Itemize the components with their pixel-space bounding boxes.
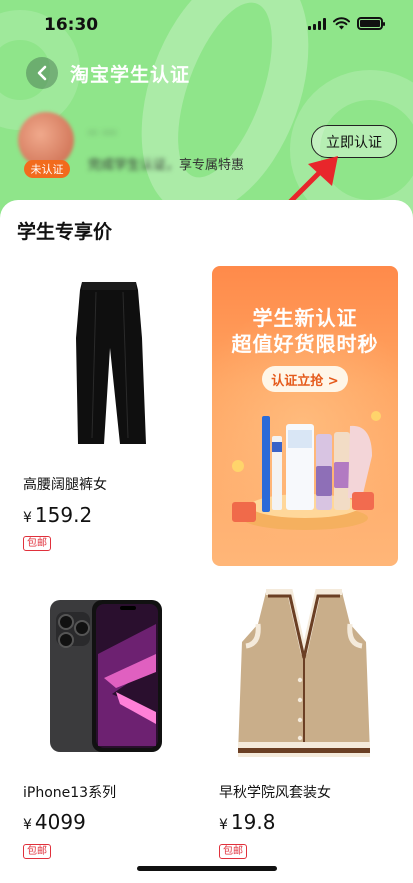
free-shipping-tag: 包邮 <box>23 844 51 859</box>
wifi-icon <box>333 17 350 30</box>
content-card: 学生专享价 高腰阔腿裤女 ¥159.2 包邮 学生新认证 超值好货限时秒 认证立… <box>0 200 413 883</box>
user-name: ·· ··· <box>88 124 117 142</box>
product-card-vest[interactable]: 早秋学院风套装女 ¥19.8 包邮 <box>216 584 396 874</box>
product-card-pants[interactable]: 高腰阔腿裤女 ¥159.2 包邮 <box>20 268 196 568</box>
home-indicator[interactable] <box>137 866 277 871</box>
product-card-iphone[interactable]: iPhone13系列 ¥4099 包邮 <box>20 584 196 874</box>
status-time: 16:30 <box>44 15 99 35</box>
page-title: 淘宝学生认证 <box>70 64 191 86</box>
battery-icon <box>357 17 385 30</box>
chevron-left-icon <box>37 65 47 81</box>
promo-banner[interactable]: 学生新认证 超值好货限时秒 认证立抢 > <box>212 266 398 566</box>
product-name: iPhone13系列 <box>23 785 117 801</box>
product-price: ¥4099 <box>23 810 86 834</box>
free-shipping-tag: 包邮 <box>219 844 247 859</box>
section-title: 学生专享价 <box>17 221 113 243</box>
product-price: ¥19.8 <box>219 810 276 834</box>
free-shipping-tag: 包邮 <box>23 536 51 551</box>
back-button[interactable] <box>26 57 58 89</box>
pants-image <box>76 282 146 444</box>
status-badge: 未认证 <box>24 160 70 178</box>
user-subtitle: 完成学生认证，享专属特惠 <box>88 154 244 173</box>
status-icons <box>308 17 385 30</box>
product-price: ¥159.2 <box>23 503 93 527</box>
vest-image <box>238 589 370 757</box>
status-bar: 16:30 <box>0 0 413 50</box>
product-name: 早秋学院风套装女 <box>219 785 331 801</box>
product-name: 高腰阔腿裤女 <box>23 477 107 493</box>
user-subtitle-text: 享专属特惠 <box>179 158 245 173</box>
iphone-image <box>50 600 162 752</box>
user-subtitle-blurred: 完成学生认证， <box>88 158 180 173</box>
cellular-signal-icon <box>308 17 326 30</box>
banner-products-image <box>232 411 381 522</box>
